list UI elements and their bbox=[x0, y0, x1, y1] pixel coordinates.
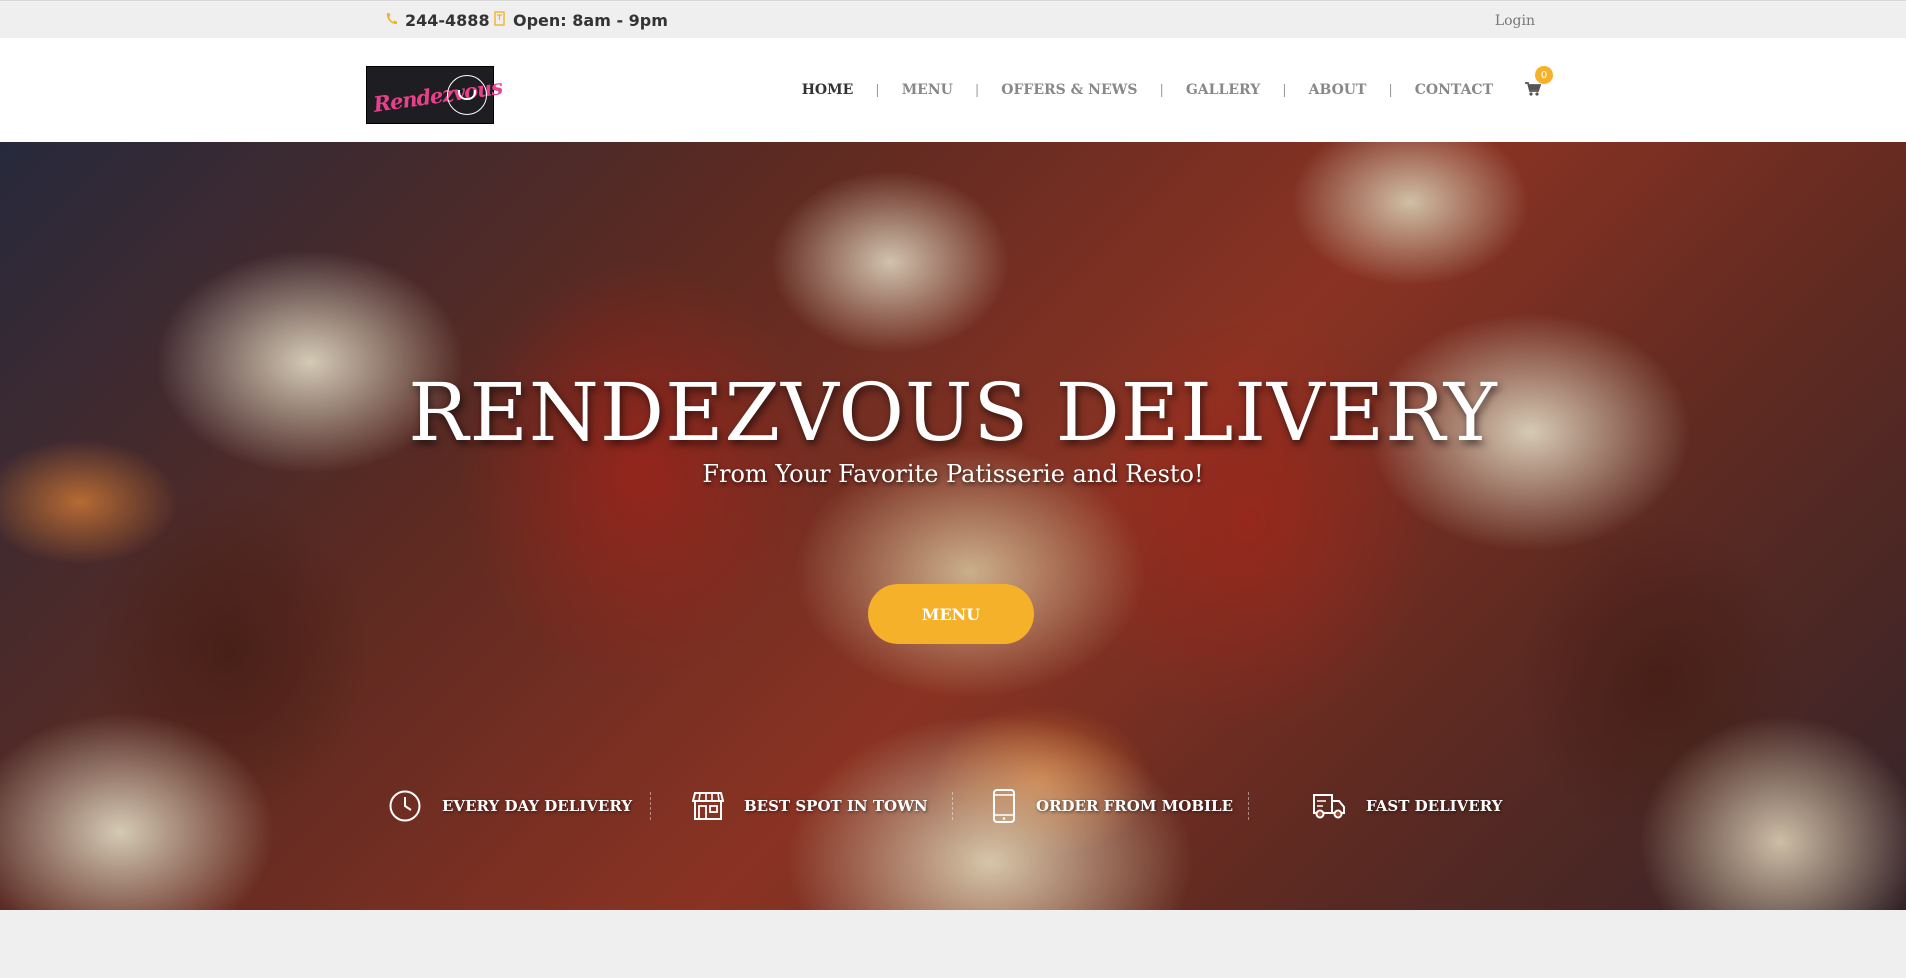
top-bar: 244-4888 Open: 8am - 9pm Login bbox=[0, 0, 1906, 38]
feature-fast-delivery: FAST DELIVERY bbox=[1312, 788, 1502, 824]
feature-divider bbox=[952, 792, 953, 820]
feature-divider bbox=[1248, 792, 1249, 820]
nav-separator: | bbox=[1282, 82, 1287, 98]
feature-list: EVERY DAY DELIVERY BEST SPOT IN TOWN ORD… bbox=[0, 788, 1906, 824]
feature-label: EVERY DAY DELIVERY bbox=[442, 797, 633, 815]
phone-icon bbox=[385, 12, 397, 29]
site-logo[interactable]: Rendezvous bbox=[366, 66, 503, 124]
nav-gallery[interactable]: GALLERY bbox=[1186, 82, 1260, 98]
hero-banner: RENDEZVOUS DELIVERY From Your Favorite P… bbox=[0, 142, 1906, 910]
site-header: Rendezvous HOME | MENU | OFFERS & NEWS |… bbox=[0, 38, 1906, 142]
menu-button[interactable]: MENU bbox=[868, 584, 1034, 644]
nav-separator: | bbox=[1159, 82, 1164, 98]
nav-contact[interactable]: CONTACT bbox=[1415, 82, 1493, 98]
nav-menu[interactable]: MENU bbox=[902, 82, 953, 98]
hours-text: Open: 8am - 9pm bbox=[513, 11, 668, 30]
truck-icon bbox=[1313, 794, 1345, 819]
nav-about[interactable]: ABOUT bbox=[1309, 82, 1367, 98]
nav-offers-news[interactable]: OFFERS & NEWS bbox=[1001, 82, 1137, 98]
nav-separator: | bbox=[1388, 82, 1393, 98]
hero-title: RENDEZVOUS DELIVERY bbox=[408, 366, 1498, 459]
opening-hours: Open: 8am - 9pm bbox=[494, 11, 668, 30]
hero-subtitle: From Your Favorite Patisserie and Resto! bbox=[702, 460, 1204, 488]
cart-count-badge: 0 bbox=[1535, 66, 1553, 84]
page-footer-strip bbox=[0, 910, 1906, 978]
cart-icon bbox=[1525, 82, 1541, 96]
feature-label: ORDER FROM MOBILE bbox=[1036, 797, 1234, 815]
mobile-icon bbox=[993, 789, 1015, 823]
feature-order-mobile: ORDER FROM MOBILE bbox=[992, 788, 1233, 824]
clock-icon bbox=[389, 790, 421, 822]
nav-separator: | bbox=[974, 82, 980, 98]
feature-label: FAST DELIVERY bbox=[1366, 797, 1503, 815]
phone-number: 244-4888 bbox=[405, 11, 490, 30]
coffee-cup-icon bbox=[447, 75, 487, 115]
main-nav: HOME | MENU | OFFERS & NEWS | GALLERY | … bbox=[802, 66, 1553, 98]
cart-button[interactable]: 0 bbox=[1525, 66, 1553, 98]
phone-info: 244-4888 bbox=[385, 11, 490, 30]
feature-best-spot: BEST SPOT IN TOWN bbox=[692, 788, 928, 824]
feature-every-day-delivery: EVERY DAY DELIVERY bbox=[388, 788, 632, 824]
login-link[interactable]: Login bbox=[1495, 13, 1535, 29]
nav-home[interactable]: HOME bbox=[802, 82, 854, 98]
feature-divider bbox=[650, 792, 651, 820]
clock-icon bbox=[494, 11, 505, 30]
nav-separator: | bbox=[875, 82, 880, 98]
store-icon bbox=[692, 792, 724, 820]
feature-label: BEST SPOT IN TOWN bbox=[744, 797, 928, 815]
